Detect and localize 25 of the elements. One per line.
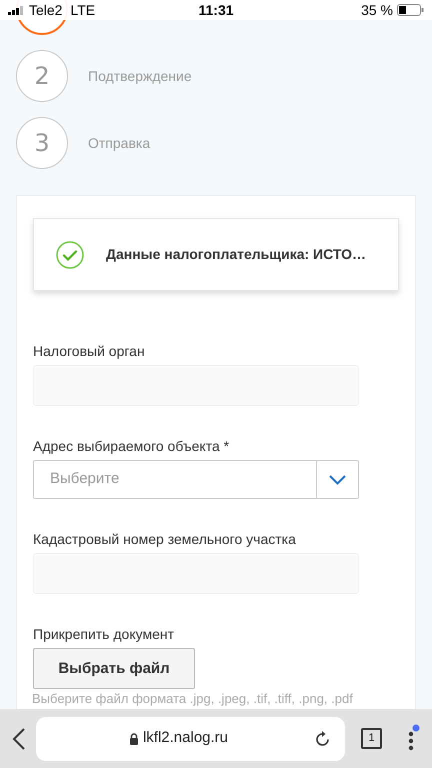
summary-title: Данные налогоплательщика: ИСТО… (106, 245, 366, 264)
choose-file-button[interactable]: Выбрать файл (33, 648, 195, 689)
battery-percent: 35 % (361, 0, 393, 20)
field-label: Прикрепить документ (33, 625, 175, 644)
battery-icon (397, 4, 424, 16)
clock-time: 11:31 (198, 0, 234, 20)
chevron-down-icon (329, 474, 346, 484)
tab-count-button[interactable]: 1 (361, 728, 382, 749)
back-icon[interactable] (12, 726, 26, 750)
lock-icon (128, 732, 139, 744)
field-label: Налоговый орган (33, 342, 146, 361)
reload-icon[interactable] (315, 730, 331, 746)
step-circle: 3 (16, 117, 68, 169)
hint-text: Выберите файл формата .jpg, .jpeg, .tif, .tiff, .png, .pdf (32, 691, 354, 707)
step-circle: 2 (16, 50, 68, 102)
step-label: Подтверждение (88, 66, 192, 86)
field-label: Кадастровый номер земельного участка (33, 530, 297, 549)
carrier-name: Tele2 (29, 0, 62, 20)
select-placeholder: Выберите (49, 469, 120, 490)
address-bar[interactable]: lkfl2.nalog.ru (36, 716, 345, 760)
url-text: lkfl2.nalog.ru (142, 728, 228, 748)
step-label: Отправка (88, 134, 150, 153)
network-type: LTE (70, 0, 96, 20)
signal-icon (8, 6, 25, 14)
field-label: Адрес выбираемого объекта * (33, 437, 230, 456)
